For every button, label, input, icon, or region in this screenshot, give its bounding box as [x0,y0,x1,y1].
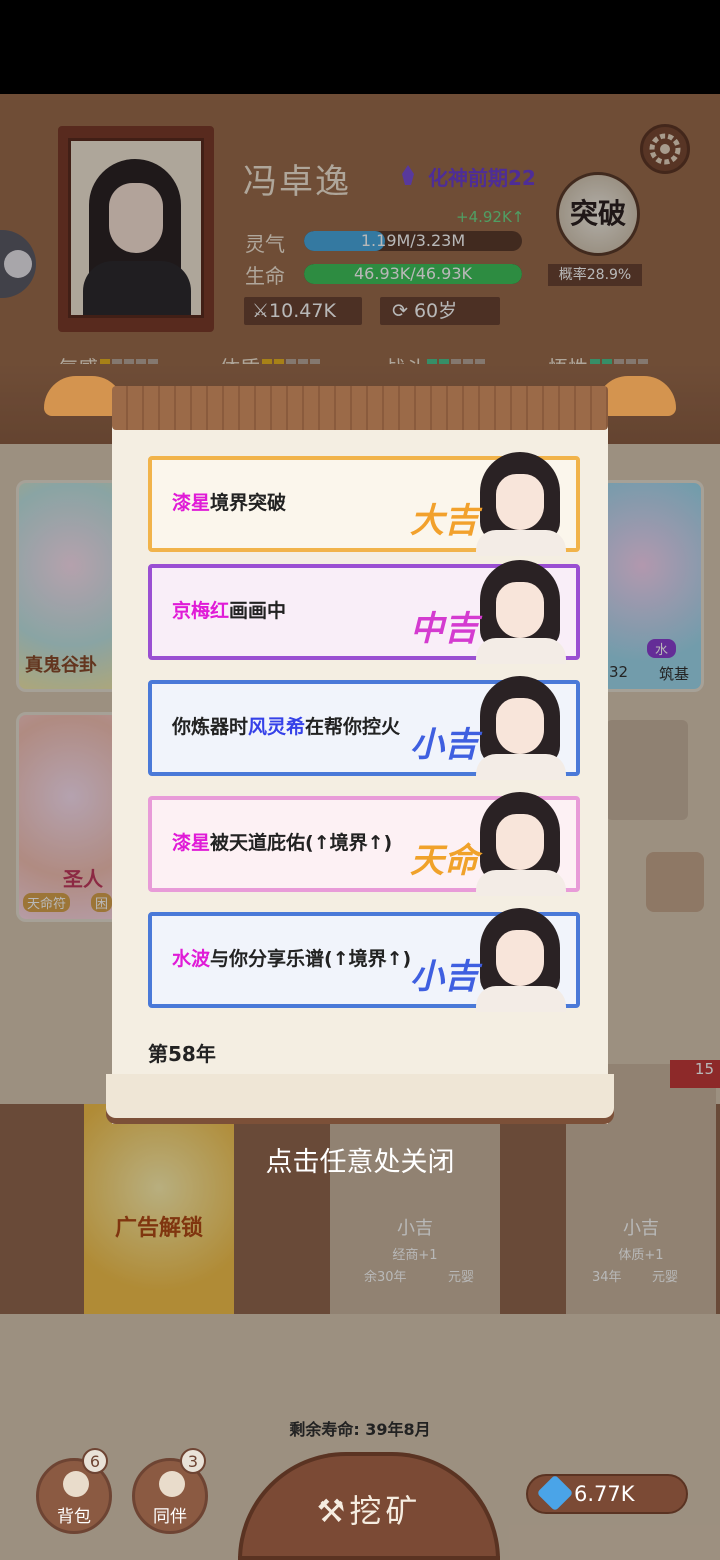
event-row: 水波与你分享乐谱(↑境界↑) 小吉 [148,908,580,1012]
fortune-stamp: 天命 [410,841,478,881]
event-text: 水波与你分享乐谱(↑境界↑) [172,948,412,970]
character-portrait [466,560,576,664]
pickaxe-icon: ⚒ [316,1492,350,1530]
event-text: 京梅红画画中 [172,600,287,622]
partner-count-badge: 3 [180,1448,206,1474]
gem-icon [536,1474,574,1512]
close-hint: 点击任意处关闭 [265,1147,455,1178]
event-row: 你炼器时风灵希在帮你控火 小吉 [148,676,580,780]
character-portrait [466,676,576,780]
remaining-lifespan: 剩余寿命: 39年8月 [289,1420,431,1439]
fortune-stamp: 小吉 [410,725,478,765]
bag-icon [63,1471,89,1497]
scroll-rod [112,386,608,430]
fortune-stamp: 中吉 [410,609,478,649]
bag-count-badge: 6 [82,1448,108,1474]
character-portrait [466,908,576,1012]
event-text: 漆星被天道庇佑(↑境界↑) [172,832,393,854]
scroll-bottom [106,1074,614,1118]
fortune-stamp: 小吉 [410,957,478,997]
year-label: 第58年 [148,1042,216,1066]
character-portrait [466,792,576,896]
character-portrait [466,452,576,556]
gem-counter[interactable]: 6.77K [526,1474,688,1514]
person-icon [159,1471,185,1497]
game-screen: 冯卓逸 化神前期22 +4.92K↑ 灵气 1.19M/3.23M 生命 46.… [0,94,720,1560]
event-text: 漆星境界突破 [172,492,287,514]
fortune-stamp: 大吉 [410,501,478,541]
event-row: 漆星被天道庇佑(↑境界↑) 天命 [148,792,580,896]
event-text: 你炼器时风灵希在帮你控火 [172,716,401,738]
event-row: 漆星境界突破 大吉 [148,452,580,556]
event-row: 京梅红画画中 中吉 [148,560,580,664]
